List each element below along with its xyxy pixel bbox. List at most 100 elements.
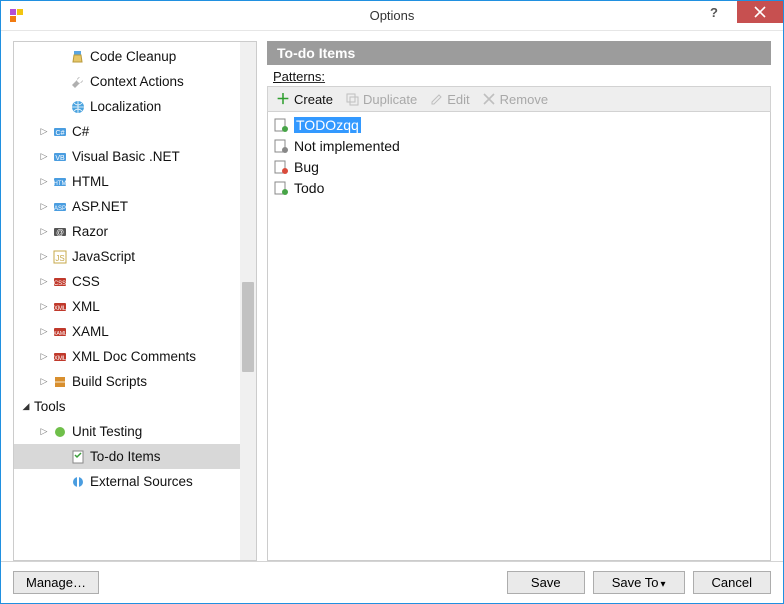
build-icon bbox=[52, 374, 68, 390]
options-tree-scroll[interactable]: Code CleanupContext ActionsLocalizationC… bbox=[14, 42, 240, 560]
edit-button[interactable]: Edit bbox=[429, 92, 469, 107]
razor-icon: @ bbox=[52, 224, 68, 240]
pattern-label: TODOzqq bbox=[294, 117, 361, 133]
save-button[interactable]: Save bbox=[507, 571, 585, 594]
expander-icon[interactable] bbox=[38, 301, 50, 312]
svg-text:C#: C# bbox=[56, 130, 65, 137]
pattern-label: Bug bbox=[294, 159, 319, 175]
tree-item[interactable]: XAMLXAML bbox=[14, 319, 240, 344]
close-button[interactable] bbox=[737, 1, 783, 23]
xml-icon: XML bbox=[52, 299, 68, 315]
tree-item[interactable]: Unit Testing bbox=[14, 419, 240, 444]
pat-red-icon bbox=[273, 159, 289, 175]
pat-gear-icon bbox=[273, 138, 289, 154]
tree-item-label: External Sources bbox=[90, 474, 193, 489]
pencil-icon bbox=[429, 92, 443, 106]
tree-item[interactable]: Context Actions bbox=[14, 69, 240, 94]
tree-item[interactable]: Code Cleanup bbox=[14, 44, 240, 69]
tree-item[interactable]: Tools bbox=[14, 394, 240, 419]
tree-item-label: JavaScript bbox=[72, 249, 135, 264]
tree-item[interactable]: C#C# bbox=[14, 119, 240, 144]
tree-item-label: Unit Testing bbox=[72, 424, 142, 439]
tree-item-label: To-do Items bbox=[90, 449, 161, 464]
svg-text:VB: VB bbox=[55, 155, 65, 162]
pat-green-icon bbox=[273, 180, 289, 196]
tree-item[interactable]: XMLXML bbox=[14, 294, 240, 319]
pattern-row[interactable]: Bug bbox=[270, 156, 768, 177]
test-icon bbox=[52, 424, 68, 440]
titlebar: Options ? bbox=[1, 1, 783, 31]
expander-icon[interactable] bbox=[20, 401, 32, 412]
tree-scrollbar[interactable] bbox=[240, 42, 256, 560]
help-button[interactable]: ? bbox=[691, 1, 737, 23]
tree-item-label: ASP.NET bbox=[72, 199, 128, 214]
tree-item[interactable]: JS JavaScript bbox=[14, 244, 240, 269]
wrench-icon bbox=[70, 74, 86, 90]
tree-item[interactable]: ASPASP.NET bbox=[14, 194, 240, 219]
patterns-label: Patterns: bbox=[267, 65, 771, 86]
edit-label: Edit bbox=[447, 92, 469, 107]
expander-icon[interactable] bbox=[38, 426, 50, 437]
duplicate-icon bbox=[345, 92, 359, 106]
expander-icon[interactable] bbox=[38, 276, 50, 287]
svg-text:XML: XML bbox=[54, 306, 67, 312]
create-button[interactable]: ＋ Create bbox=[276, 92, 333, 107]
manage-button[interactable]: Manage… bbox=[13, 571, 99, 594]
svg-text:HTM: HTM bbox=[54, 181, 67, 187]
pattern-row[interactable]: Not implemented bbox=[270, 135, 768, 156]
svg-text:JS: JS bbox=[55, 254, 64, 263]
remove-button[interactable]: Remove bbox=[482, 92, 548, 107]
tree-item[interactable]: XML XML Doc Comments bbox=[14, 344, 240, 369]
todo-icon bbox=[70, 449, 86, 465]
save-to-button[interactable]: Save To bbox=[593, 571, 685, 594]
cleanup-icon bbox=[70, 49, 86, 65]
pane-header: To-do Items bbox=[267, 41, 771, 65]
expander-icon[interactable] bbox=[38, 376, 50, 387]
duplicate-button[interactable]: Duplicate bbox=[345, 92, 417, 107]
scrollbar-thumb[interactable] bbox=[242, 282, 254, 372]
window-title: Options bbox=[1, 8, 783, 23]
window-controls: ? bbox=[691, 1, 783, 23]
xmldoc-icon: XML bbox=[52, 349, 68, 365]
tree-item[interactable]: HTMHTML bbox=[14, 169, 240, 194]
tree-item[interactable]: @ Razor bbox=[14, 219, 240, 244]
svg-text:CSS: CSS bbox=[54, 281, 66, 287]
remove-label: Remove bbox=[500, 92, 548, 107]
svg-text:XML: XML bbox=[54, 356, 67, 362]
js-icon: JS bbox=[52, 249, 68, 265]
pattern-label: Todo bbox=[294, 180, 324, 196]
tree-item[interactable]: VBVisual Basic .NET bbox=[14, 144, 240, 169]
expander-icon[interactable] bbox=[38, 126, 50, 137]
tree-item-label: Code Cleanup bbox=[90, 49, 176, 64]
pattern-row[interactable]: TODOzqq bbox=[270, 114, 768, 135]
globe-icon bbox=[70, 99, 86, 115]
tree-item[interactable]: External Sources bbox=[14, 469, 240, 494]
expander-icon[interactable] bbox=[38, 201, 50, 212]
create-label: Create bbox=[294, 92, 333, 107]
expander-icon[interactable] bbox=[38, 326, 50, 337]
tree-item-label: Razor bbox=[72, 224, 108, 239]
remove-icon bbox=[482, 92, 496, 106]
ext-icon bbox=[70, 474, 86, 490]
expander-icon[interactable] bbox=[38, 226, 50, 237]
content-area: Code CleanupContext ActionsLocalizationC… bbox=[1, 31, 783, 561]
tree-item[interactable]: Build Scripts bbox=[14, 369, 240, 394]
tree-item[interactable]: Localization bbox=[14, 94, 240, 119]
expander-icon[interactable] bbox=[38, 151, 50, 162]
expander-icon[interactable] bbox=[38, 251, 50, 262]
html-icon: HTM bbox=[52, 174, 68, 190]
expander-icon[interactable] bbox=[38, 176, 50, 187]
css-icon: CSS bbox=[52, 274, 68, 290]
pattern-row[interactable]: Todo bbox=[270, 177, 768, 198]
patterns-list[interactable]: TODOzqq Not implemented Bug Todo bbox=[267, 112, 771, 561]
svg-text:@: @ bbox=[56, 228, 64, 237]
tree-item-label: Context Actions bbox=[90, 74, 184, 89]
tree-item-label: XML Doc Comments bbox=[72, 349, 196, 364]
tree-item[interactable]: CSSCSS bbox=[14, 269, 240, 294]
cancel-button[interactable]: Cancel bbox=[693, 571, 771, 594]
xaml-icon: XAML bbox=[52, 324, 68, 340]
expander-icon[interactable] bbox=[38, 351, 50, 362]
tree-item-label: Tools bbox=[34, 399, 66, 414]
tree-item[interactable]: To-do Items bbox=[14, 444, 240, 469]
vb-icon: VB bbox=[52, 149, 68, 165]
